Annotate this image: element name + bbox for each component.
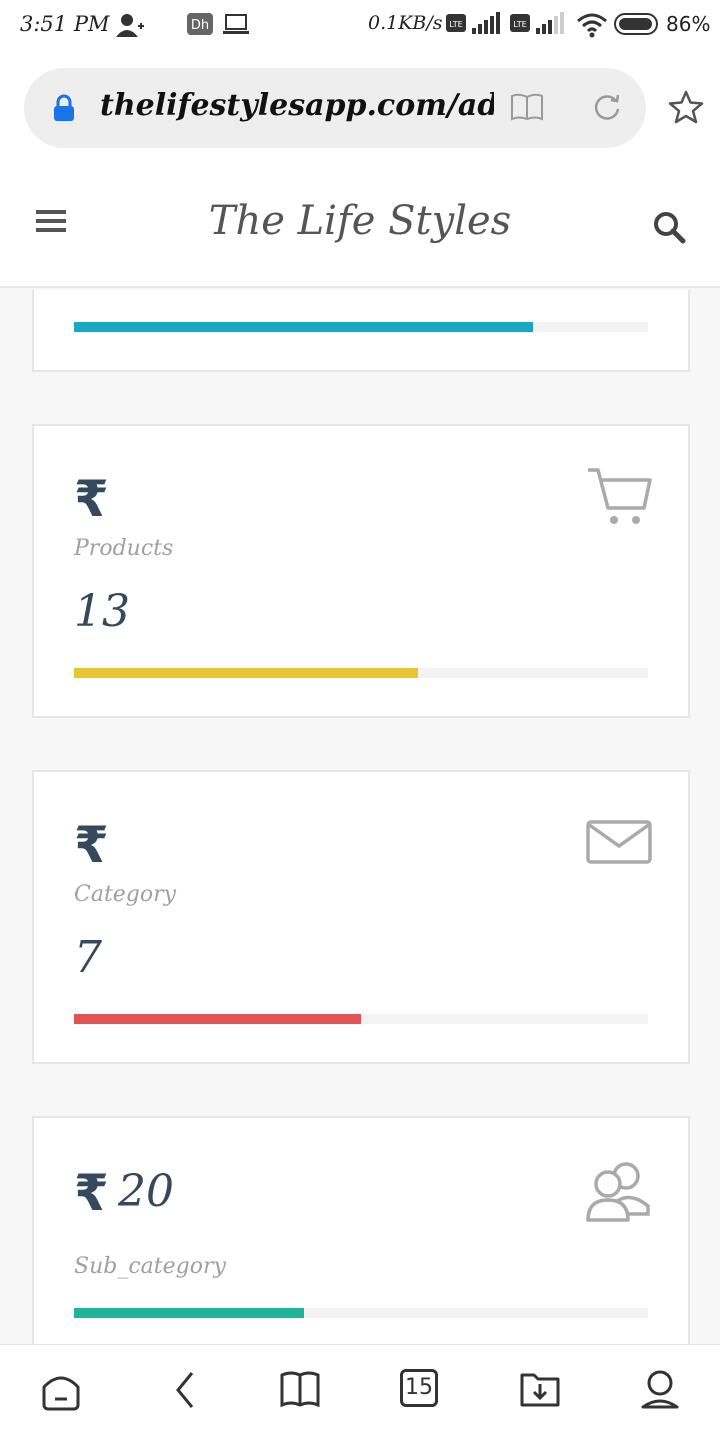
browser-toolbar: thelifestylesapp.com/adm bbox=[0, 52, 720, 164]
status-time: 3:51 PM bbox=[20, 12, 110, 36]
progress-fill bbox=[74, 1014, 361, 1024]
progress-track bbox=[74, 322, 648, 332]
network-speed: 0.1KB/s bbox=[368, 12, 443, 34]
address-bar[interactable]: thelifestylesapp.com/adm bbox=[24, 68, 646, 148]
card-value: 13 bbox=[74, 586, 130, 637]
volte-signal-2-icon: LTE bbox=[510, 12, 566, 40]
wifi-icon bbox=[576, 12, 608, 42]
battery-icon bbox=[614, 12, 662, 40]
tabs-icon[interactable]: 15 bbox=[400, 1369, 448, 1417]
cart-icon bbox=[586, 466, 652, 534]
url-text[interactable]: thelifestylesapp.com/adm bbox=[100, 88, 494, 123]
volte-signal-icon: LTE bbox=[446, 12, 502, 40]
downloads-icon[interactable] bbox=[520, 1369, 568, 1417]
progress-track bbox=[74, 668, 648, 678]
mail-icon bbox=[586, 820, 652, 870]
svg-text:Dh: Dh bbox=[191, 18, 209, 33]
app-logo[interactable]: The Life Styles bbox=[0, 198, 720, 244]
stat-card-category: ₹ Category 7 bbox=[32, 770, 690, 1064]
reload-icon[interactable] bbox=[592, 92, 622, 126]
card-label: Products bbox=[74, 536, 174, 561]
users-icon bbox=[586, 1158, 652, 1228]
card-value: 20 bbox=[118, 1166, 174, 1217]
progress-track bbox=[74, 1014, 648, 1024]
search-icon[interactable] bbox=[652, 210, 686, 248]
profile-icon[interactable] bbox=[640, 1369, 688, 1417]
bookmarks-icon[interactable] bbox=[280, 1369, 328, 1417]
progress-track bbox=[74, 1308, 648, 1318]
tabs-count: 15 bbox=[400, 1369, 438, 1407]
currency-symbol: ₹ bbox=[74, 470, 109, 528]
progress-fill bbox=[74, 668, 419, 678]
back-icon[interactable] bbox=[166, 1369, 214, 1417]
reader-mode-icon[interactable] bbox=[510, 92, 544, 126]
currency-symbol: ₹ bbox=[74, 816, 109, 874]
browser-bottom-nav: 15 bbox=[0, 1344, 720, 1440]
card-label: Category bbox=[74, 882, 177, 907]
currency-symbol: ₹ bbox=[74, 1164, 109, 1222]
laptop-icon bbox=[222, 12, 250, 40]
progress-fill bbox=[74, 322, 534, 332]
progress-fill bbox=[74, 1308, 304, 1318]
svg-text:LTE: LTE bbox=[513, 20, 526, 29]
bookmark-star-icon[interactable] bbox=[668, 90, 704, 128]
battery-percent: 86% bbox=[666, 12, 711, 36]
status-bar: 3:51 PM Dh 0.1KB/s LTE LTE 86% bbox=[0, 0, 720, 52]
add-contact-icon bbox=[116, 12, 144, 42]
stat-card-partial bbox=[32, 290, 690, 372]
stat-card-products: ₹ Products 13 bbox=[32, 424, 690, 718]
lock-icon bbox=[52, 94, 76, 126]
card-label: Sub_category bbox=[74, 1254, 226, 1279]
card-value: 7 bbox=[74, 932, 102, 983]
dashboard-content: ₹ Products 13 ₹ Category 7 ₹ 20 Sub_cate… bbox=[0, 290, 720, 1344]
home-icon[interactable] bbox=[40, 1369, 88, 1417]
svg-text:LTE: LTE bbox=[449, 20, 462, 29]
stat-card-sub-category: ₹ 20 Sub_category bbox=[32, 1116, 690, 1344]
dh-app-icon: Dh bbox=[186, 12, 214, 40]
app-header: The Life Styles bbox=[0, 164, 720, 288]
